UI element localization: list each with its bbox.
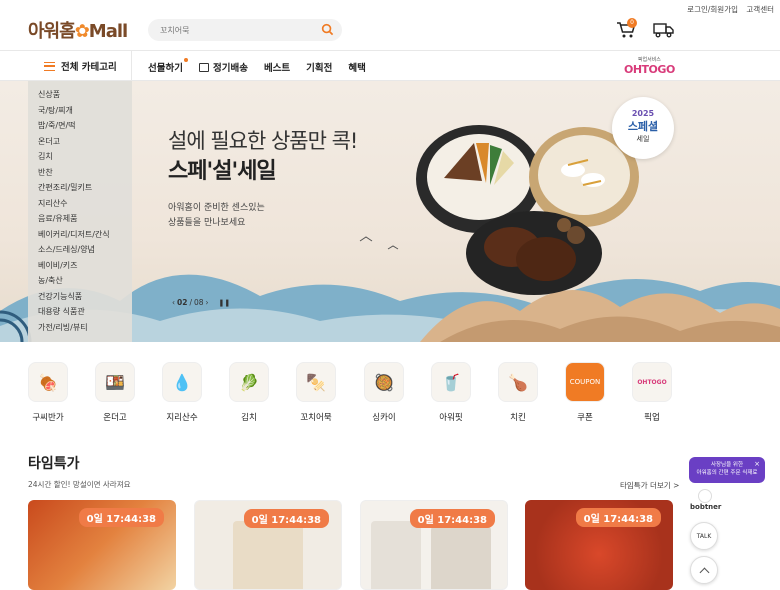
category-item[interactable]: 반찬 [38, 167, 132, 183]
category-item[interactable]: 농/축산 [38, 275, 132, 291]
page-separator: / [189, 298, 192, 307]
seal-sub: 세일 [636, 135, 650, 143]
fishcake-icon: 🍢 [296, 362, 336, 402]
category-item[interactable]: 온더고 [38, 136, 132, 152]
ohtogo-logo: OHTOGO [624, 63, 675, 76]
hero-banner[interactable]: 신상품 국/탕/찌개 밥/죽/면/떡 온더고 김치 반찬 간편조리/밀키트 지리… [0, 81, 780, 342]
logo-star: ✿ [74, 21, 90, 42]
new-dot-icon [183, 58, 188, 62]
bobtner-promo-bubble[interactable]: 사장님을 위한 아워홈의 간편 주문 식재료 × [689, 457, 765, 483]
quick-category-item[interactable]: 🥘 싱카이 [354, 362, 414, 423]
delivery-truck-icon[interactable] [653, 21, 675, 39]
category-item[interactable]: 지리산수 [38, 198, 132, 214]
category-item[interactable]: 대용량 식품관 [38, 306, 132, 322]
main-nav: 전체 카테고리 선물하기 정기배송 베스트 기획전 혜택 픽업서비스 OHTOG… [0, 50, 780, 81]
dish-icon: 🥘 [364, 362, 404, 402]
lunchbox-icon: 🍱 [95, 362, 135, 402]
chicken-icon: 🍗 [498, 362, 538, 402]
quick-category-row: 🍖 구씨반가 🍱 온더고 💧 지리산수 🥬 김치 🍢 꼬치어묵 🥘 싱카이 🥤 아워핏 🍗 치킨… [0, 362, 780, 427]
category-sidebar: 신상품 국/탕/찌개 밥/죽/면/떡 온더고 김치 반찬 간편조리/밀키트 지리… [28, 81, 132, 342]
product-card[interactable]: 0일 17:44:38 [360, 500, 508, 590]
pause-icon[interactable]: ❚❚ [219, 299, 231, 307]
grill-icon: 🍖 [28, 362, 68, 402]
category-item[interactable]: 베이커리/디저트/간식 [38, 229, 132, 245]
ohtogo-small-label: 픽업서비스 [637, 57, 661, 63]
ohtogo-icon: OHTOGO [632, 362, 672, 402]
category-item[interactable]: 간편조리/밀키트 [38, 182, 132, 198]
category-item[interactable]: 건강기능식품 [38, 291, 132, 307]
time-sale-more-link[interactable]: 타임특가 더보기 > [620, 480, 679, 491]
quick-category-item[interactable]: 🥤 아워핏 [421, 362, 481, 423]
search-bar[interactable] [148, 19, 342, 41]
product-card[interactable]: 0일 17:44:38 [194, 500, 342, 590]
logo-mall: Mall [88, 21, 128, 42]
tteokgalbi-plate-image [466, 211, 602, 295]
quick-category-item[interactable]: 🍱 온더고 [85, 362, 145, 423]
category-item[interactable]: 김치 [38, 151, 132, 167]
category-item[interactable]: 베이비/키즈 [38, 260, 132, 276]
category-item[interactable]: 음료/유제품 [38, 213, 132, 229]
category-item[interactable]: 소스/드레싱/양념 [38, 244, 132, 260]
nav-gift[interactable]: 선물하기 [148, 58, 188, 74]
top-header: 아워홈✿Mall 로그인/회원가입 고객센터 0 [0, 0, 780, 50]
hero-pager: ‹ 02 / 08 › ❚❚ [172, 298, 230, 307]
nav-menu: 선물하기 정기배송 베스트 기획전 혜택 [148, 58, 382, 74]
util-links: 로그인/회원가입 고객센터 [681, 4, 774, 15]
time-sale-subtitle: 24시간 할인! 망설이면 사라져요 [28, 480, 131, 489]
time-sale-title: 타임특가 [28, 456, 80, 472]
drink-icon: 🥤 [431, 362, 471, 402]
nav-promotion[interactable]: 기획전 [306, 60, 332, 74]
category-item[interactable]: 신상품 [38, 89, 132, 105]
product-card[interactable]: 0일 17:44:38 [525, 500, 673, 590]
category-item[interactable]: 가전/리빙/뷰티 [38, 322, 132, 338]
hero-subtitle: 아워홈이 준비한 센스있는 상품들을 만나보세요 [168, 203, 265, 228]
countdown-timer: 0일 17:44:38 [575, 508, 661, 527]
product-card[interactable]: 0일 17:44:38 [28, 500, 176, 590]
quick-category-item[interactable]: 💧 지리산수 [152, 362, 212, 423]
calendar-icon [198, 62, 209, 72]
nav-subscription[interactable]: 정기배송 [198, 60, 248, 74]
login-link[interactable]: 로그인/회원가입 [687, 5, 738, 14]
hero-headline: 설에 필요한 상품만 콕! [168, 129, 358, 153]
ohtogo-banner[interactable]: 픽업서비스 OHTOGO [624, 56, 675, 76]
seal-year: 2025 [631, 109, 655, 118]
cart-count-badge: 0 [627, 18, 637, 28]
quick-category-item[interactable]: 🥬 김치 [219, 362, 279, 423]
page-total: 08 [193, 298, 204, 307]
all-category-label: 전체 카테고리 [61, 62, 117, 73]
coupon-icon: COUPON [565, 362, 605, 402]
customer-center-link[interactable]: 고객센터 [746, 5, 774, 14]
quick-category-item[interactable]: COUPON 쿠폰 [555, 362, 615, 423]
category-item[interactable]: 밥/죽/면/떡 [38, 120, 132, 136]
next-arrow-icon[interactable]: › [206, 298, 209, 307]
seal-title: 스페셜 [627, 120, 659, 133]
logo-main: 아워홈 [28, 21, 76, 42]
all-category-button[interactable]: 전체 카테고리 [28, 51, 132, 81]
hamburger-icon [44, 61, 55, 71]
search-input[interactable] [160, 22, 310, 38]
nav-benefit[interactable]: 혜택 [348, 60, 365, 74]
special-sale-seal: 2025 스페셜 세일 [612, 97, 674, 159]
scroll-top-button[interactable] [690, 556, 718, 584]
nav-best[interactable]: 베스트 [264, 60, 290, 74]
close-icon[interactable]: × [754, 460, 760, 468]
water-bottle-icon: 💧 [162, 362, 202, 402]
talk-button[interactable]: TALK [690, 522, 718, 550]
chef-icon [698, 489, 712, 503]
page-current: 02 [177, 298, 188, 307]
countdown-timer: 0일 17:44:38 [409, 509, 495, 528]
kimchi-icon: 🥬 [229, 362, 269, 402]
quick-category-item[interactable]: 🍢 꼬치어묵 [286, 362, 346, 423]
prev-arrow-icon[interactable]: ‹ [172, 298, 175, 307]
quick-category-item[interactable]: 🍗 치킨 [488, 362, 548, 423]
search-icon[interactable] [321, 23, 334, 36]
category-item[interactable]: 국/탕/찌개 [38, 105, 132, 121]
countdown-timer: 0일 17:44:38 [243, 509, 329, 528]
hero-title: 스페'설'세일 [168, 159, 277, 184]
quick-category-item[interactable]: 🍖 구씨반가 [18, 362, 78, 423]
bobtner-button[interactable]: bobtner [690, 489, 721, 511]
quick-category-item[interactable]: OHTOGO 픽업 [622, 362, 682, 423]
logo[interactable]: 아워홈✿Mall [28, 17, 128, 43]
countdown-timer: 0일 17:44:38 [78, 508, 164, 527]
